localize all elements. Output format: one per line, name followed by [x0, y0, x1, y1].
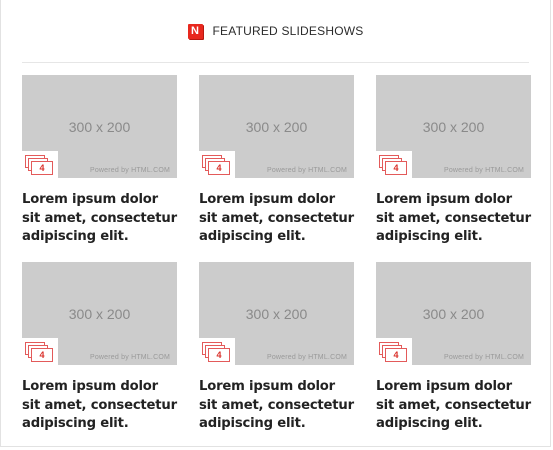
- slideshow-card[interactable]: 300 x 200 Powered by HTML.COM 4 Lorem ip…: [376, 262, 531, 449]
- widget-header: N FEATURED SLIDESHOWS: [22, 0, 529, 63]
- slide-count-number: 4: [385, 161, 407, 175]
- slideshow-card[interactable]: 300 x 200 Powered by HTML.COM 4 Lorem ip…: [376, 75, 531, 262]
- slideshow-caption-link[interactable]: Lorem ipsum dolor sit amet, consectetur …: [22, 378, 177, 434]
- slideshow-thumbnail[interactable]: 300 x 200 Powered by HTML.COM 4: [199, 75, 354, 178]
- slideshow-thumbnail[interactable]: 300 x 200 Powered by HTML.COM 4: [376, 262, 531, 365]
- powered-by-label: Powered by HTML.COM: [266, 354, 347, 361]
- thumbnail-placeholder-text: 300 x 200: [422, 119, 485, 135]
- slide-count-badge: 4: [376, 151, 412, 178]
- slideshow-card[interactable]: 300 x 200 Powered by HTML.COM 4 Lorem ip…: [22, 75, 177, 262]
- slideshow-caption-link[interactable]: Lorem ipsum dolor sit amet, consectetur …: [199, 378, 354, 434]
- slide-count-number: 4: [208, 161, 230, 175]
- thumbnail-placeholder-text: 300 x 200: [245, 306, 308, 322]
- powered-by-label: Powered by HTML.COM: [89, 167, 170, 174]
- brand-logo-icon: N: [187, 23, 203, 39]
- powered-by-label: Powered by HTML.COM: [443, 354, 524, 361]
- slide-count-badge: 4: [199, 338, 235, 365]
- powered-by-label: Powered by HTML.COM: [266, 167, 347, 174]
- widget-title: FEATURED SLIDESHOWS: [212, 24, 364, 38]
- powered-by-label: Powered by HTML.COM: [89, 354, 170, 361]
- slide-count-badge: 4: [199, 151, 235, 178]
- thumbnail-placeholder-text: 300 x 200: [245, 119, 308, 135]
- slide-count-badge: 4: [22, 151, 58, 178]
- featured-slideshows-widget: N FEATURED SLIDESHOWS 300 x 200 Powered …: [0, 0, 551, 447]
- thumbnail-placeholder-text: 300 x 200: [422, 306, 485, 322]
- slideshow-caption-link[interactable]: Lorem ipsum dolor sit amet, consectetur …: [376, 191, 531, 247]
- slideshow-thumbnail[interactable]: 300 x 200 Powered by HTML.COM 4: [22, 262, 177, 365]
- slideshow-thumbnail[interactable]: 300 x 200 Powered by HTML.COM 4: [376, 75, 531, 178]
- slideshow-caption-link[interactable]: Lorem ipsum dolor sit amet, consectetur …: [376, 378, 531, 434]
- slide-count-number: 4: [31, 161, 53, 175]
- thumbnail-placeholder-text: 300 x 200: [68, 119, 131, 135]
- slideshow-caption-link[interactable]: Lorem ipsum dolor sit amet, consectetur …: [199, 191, 354, 247]
- slideshow-card[interactable]: 300 x 200 Powered by HTML.COM 4 Lorem ip…: [199, 75, 354, 262]
- slide-count-badge: 4: [376, 338, 412, 365]
- slideshow-thumbnail[interactable]: 300 x 200 Powered by HTML.COM 4: [22, 75, 177, 178]
- powered-by-label: Powered by HTML.COM: [443, 167, 524, 174]
- slide-count-number: 4: [31, 348, 53, 362]
- slideshow-caption-link[interactable]: Lorem ipsum dolor sit amet, consectetur …: [22, 191, 177, 247]
- slideshow-card[interactable]: 300 x 200 Powered by HTML.COM 4 Lorem ip…: [22, 262, 177, 449]
- thumbnail-placeholder-text: 300 x 200: [68, 306, 131, 322]
- slideshow-thumbnail[interactable]: 300 x 200 Powered by HTML.COM 4: [199, 262, 354, 365]
- slide-count-number: 4: [385, 348, 407, 362]
- slide-count-number: 4: [208, 348, 230, 362]
- slide-count-badge: 4: [22, 338, 58, 365]
- slideshow-card[interactable]: 300 x 200 Powered by HTML.COM 4 Lorem ip…: [199, 262, 354, 449]
- slideshow-grid: 300 x 200 Powered by HTML.COM 4 Lorem ip…: [22, 75, 531, 449]
